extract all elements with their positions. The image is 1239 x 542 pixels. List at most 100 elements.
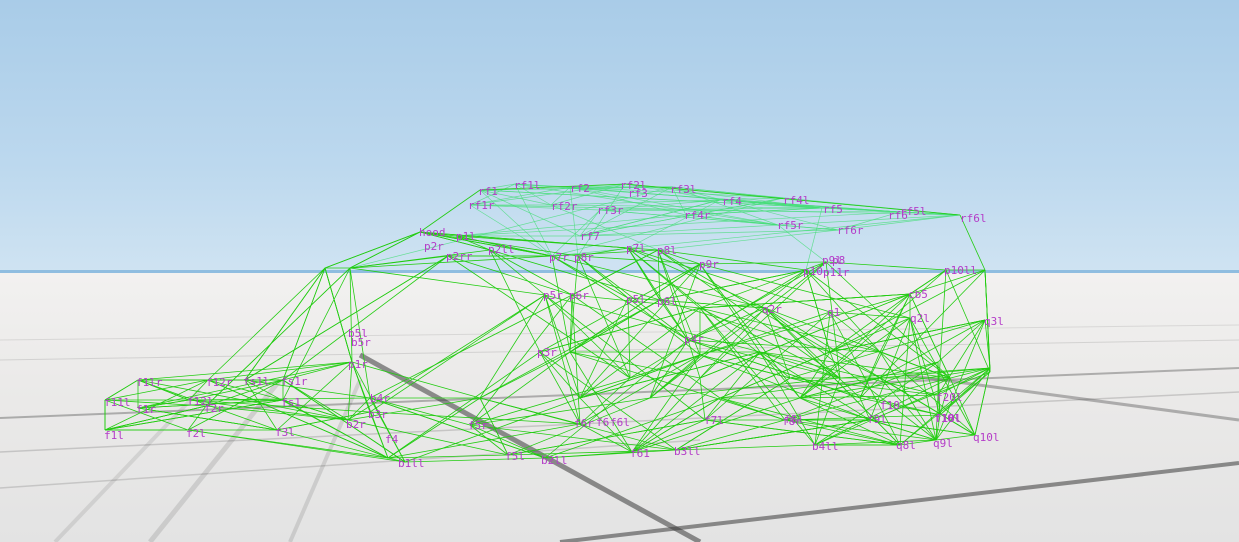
node-label: q2l: [910, 312, 930, 325]
node-label: f6l: [610, 416, 630, 429]
beam: [699, 261, 827, 265]
node-label: f1r: [136, 403, 156, 416]
node-label: p6r: [569, 289, 589, 302]
beam: [349, 231, 421, 269]
node-label: f9l: [867, 413, 887, 426]
beam: [469, 351, 571, 426]
vehicle-node-beam-view[interactable]: rf1 rf1l rf2 rf2lrf3 rf3lrf4lrf4rf5 rf5lrf6 rf…: [0, 0, 1239, 542]
beam: [829, 269, 986, 353]
node-label: rf3l: [670, 183, 697, 196]
node-label: f7l: [704, 414, 724, 427]
node-label: f12r: [206, 376, 233, 389]
node-label: f61: [630, 447, 650, 460]
beam: [657, 229, 839, 251]
node-label: rf5r: [777, 219, 804, 232]
node-label: f6: [596, 416, 609, 429]
node-label: rf6r: [837, 224, 864, 237]
node-label: b4ll: [812, 440, 839, 453]
node-label: b4r: [370, 392, 390, 405]
node-label: f1lr: [136, 376, 163, 389]
node-label: rf1r: [468, 199, 495, 212]
node-label: f2l: [186, 427, 206, 440]
node-label: b5l: [348, 327, 368, 340]
node-label: rf1l: [514, 179, 541, 192]
node-label: f3l: [275, 426, 295, 439]
node-label: rf4l: [783, 194, 810, 207]
beam: [469, 294, 573, 426]
node-label: b3r: [368, 408, 388, 421]
node-label: q8l: [896, 439, 916, 452]
node-label: p8: [832, 254, 845, 267]
node-label: p5l: [626, 293, 646, 306]
node-label: q3l: [984, 315, 1004, 328]
beam: [579, 307, 701, 399]
node-label: p6l: [657, 295, 677, 308]
beam: [539, 263, 701, 353]
beam: [324, 267, 353, 363]
node-label: p1l: [456, 230, 476, 243]
node-label: rf2r: [551, 200, 578, 213]
node-label: rf2: [570, 182, 590, 195]
node-label: p1r: [348, 358, 368, 371]
node-label: rf6l: [960, 212, 987, 225]
node-label: rf6: [888, 209, 908, 222]
beam: [759, 351, 841, 379]
node-label: f10l: [935, 412, 962, 425]
node-label: p2ll: [488, 243, 515, 256]
node-label: rf5: [823, 203, 843, 216]
beam: [829, 311, 901, 446]
node-label: q10l: [973, 431, 1000, 444]
node-label: b1ll: [398, 457, 425, 470]
node-label: p2rr: [446, 250, 473, 263]
node-label: hood: [419, 226, 446, 239]
node-label: fs1r: [281, 375, 308, 388]
node-label: p2r: [424, 240, 444, 253]
beam: [544, 294, 631, 379]
beam: [205, 405, 349, 421]
beam: [659, 269, 807, 301]
beam: [937, 319, 986, 363]
beam: [207, 267, 326, 381]
node-label: f5r: [468, 419, 488, 432]
node-label: b2ll: [541, 454, 568, 467]
node-label: p8l: [657, 244, 677, 257]
node-label: fs1l: [243, 375, 270, 388]
beam: [282, 267, 326, 381]
node-label: p4r: [684, 333, 704, 346]
node-label: p10: [803, 265, 823, 278]
beam: [244, 267, 326, 381]
beam: [349, 267, 546, 296]
node-label: rf3: [628, 187, 648, 200]
node-label: p10ll: [944, 264, 977, 277]
node-label: f1l: [104, 429, 124, 442]
node-label: f11l: [104, 396, 131, 409]
node-label: f2r: [204, 402, 224, 415]
node-label: f6r: [574, 417, 594, 430]
node-label: p3r: [537, 346, 557, 359]
node-label: p9r: [699, 258, 719, 271]
node-label: q2r: [762, 303, 782, 316]
node-label: p7l: [626, 242, 646, 255]
beam: [699, 261, 827, 379]
node-label: q9l: [933, 437, 953, 450]
beam: [627, 297, 631, 379]
node-label: f8l: [784, 413, 804, 426]
beam: [569, 255, 579, 353]
node-label: fs1: [281, 396, 301, 409]
node-label: b3ll: [674, 445, 701, 458]
node-label: rf1: [478, 185, 498, 198]
beam: [657, 249, 807, 271]
node-label: p8r: [574, 251, 594, 264]
node-label: rf4: [722, 195, 742, 208]
beam: [479, 294, 546, 399]
node-label: cb5: [908, 288, 928, 301]
beam: [704, 311, 831, 421]
node-label: p7r: [549, 251, 569, 264]
node-label: f4: [385, 433, 399, 446]
beam: [544, 294, 706, 421]
node-label: rf3r: [597, 204, 624, 217]
node-label: rf4r: [684, 209, 711, 222]
node-label: p11r: [823, 266, 850, 279]
node-label: q1: [827, 306, 840, 319]
node-label: f5l: [505, 450, 525, 463]
